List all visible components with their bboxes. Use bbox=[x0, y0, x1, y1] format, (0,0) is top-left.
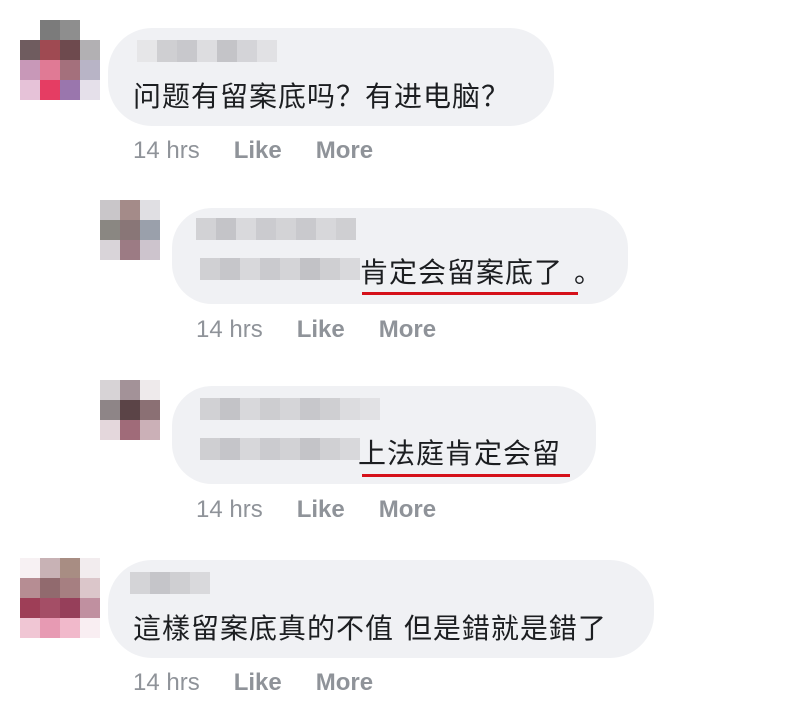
more-button[interactable]: More bbox=[379, 496, 436, 524]
comment-text: 這樣留案底真的不值 但是錯就是錯了 bbox=[133, 612, 607, 645]
comment-actions: 14 hrs Like More bbox=[133, 669, 407, 697]
avatar[interactable] bbox=[20, 20, 100, 100]
comment-actions: 14 hrs Like More bbox=[196, 496, 470, 524]
like-button[interactable]: Like bbox=[234, 669, 282, 697]
like-button[interactable]: Like bbox=[234, 137, 282, 165]
timestamp[interactable]: 14 hrs bbox=[196, 316, 263, 344]
like-button[interactable]: Like bbox=[297, 496, 345, 524]
comment-text: 肯定会留案底了 bbox=[360, 256, 564, 289]
commenter-name-redacted[interactable] bbox=[200, 398, 380, 420]
comment-text-tail: 。 bbox=[574, 256, 604, 289]
commenter-name-redacted[interactable] bbox=[130, 572, 210, 594]
more-button[interactable]: More bbox=[379, 316, 436, 344]
redacted-text bbox=[200, 438, 360, 460]
like-button[interactable]: Like bbox=[297, 316, 345, 344]
more-button[interactable]: More bbox=[316, 137, 373, 165]
comment-actions: 14 hrs Like More bbox=[196, 316, 470, 344]
commenter-name-redacted[interactable] bbox=[196, 218, 356, 240]
avatar[interactable] bbox=[100, 200, 160, 260]
red-underline bbox=[362, 292, 578, 295]
more-button[interactable]: More bbox=[316, 669, 373, 697]
timestamp[interactable]: 14 hrs bbox=[133, 137, 200, 165]
commenter-name-redacted[interactable] bbox=[137, 40, 277, 62]
comment-text: 上法庭肯定会留 bbox=[358, 437, 562, 470]
avatar[interactable] bbox=[100, 380, 160, 440]
red-underline bbox=[362, 474, 570, 477]
timestamp[interactable]: 14 hrs bbox=[196, 496, 263, 524]
avatar[interactable] bbox=[20, 558, 100, 638]
comment-actions: 14 hrs Like More bbox=[133, 137, 407, 165]
timestamp[interactable]: 14 hrs bbox=[133, 669, 200, 697]
redacted-text bbox=[200, 258, 360, 280]
comment-text: 问题有留案底吗？有进电脑？ bbox=[133, 80, 511, 113]
